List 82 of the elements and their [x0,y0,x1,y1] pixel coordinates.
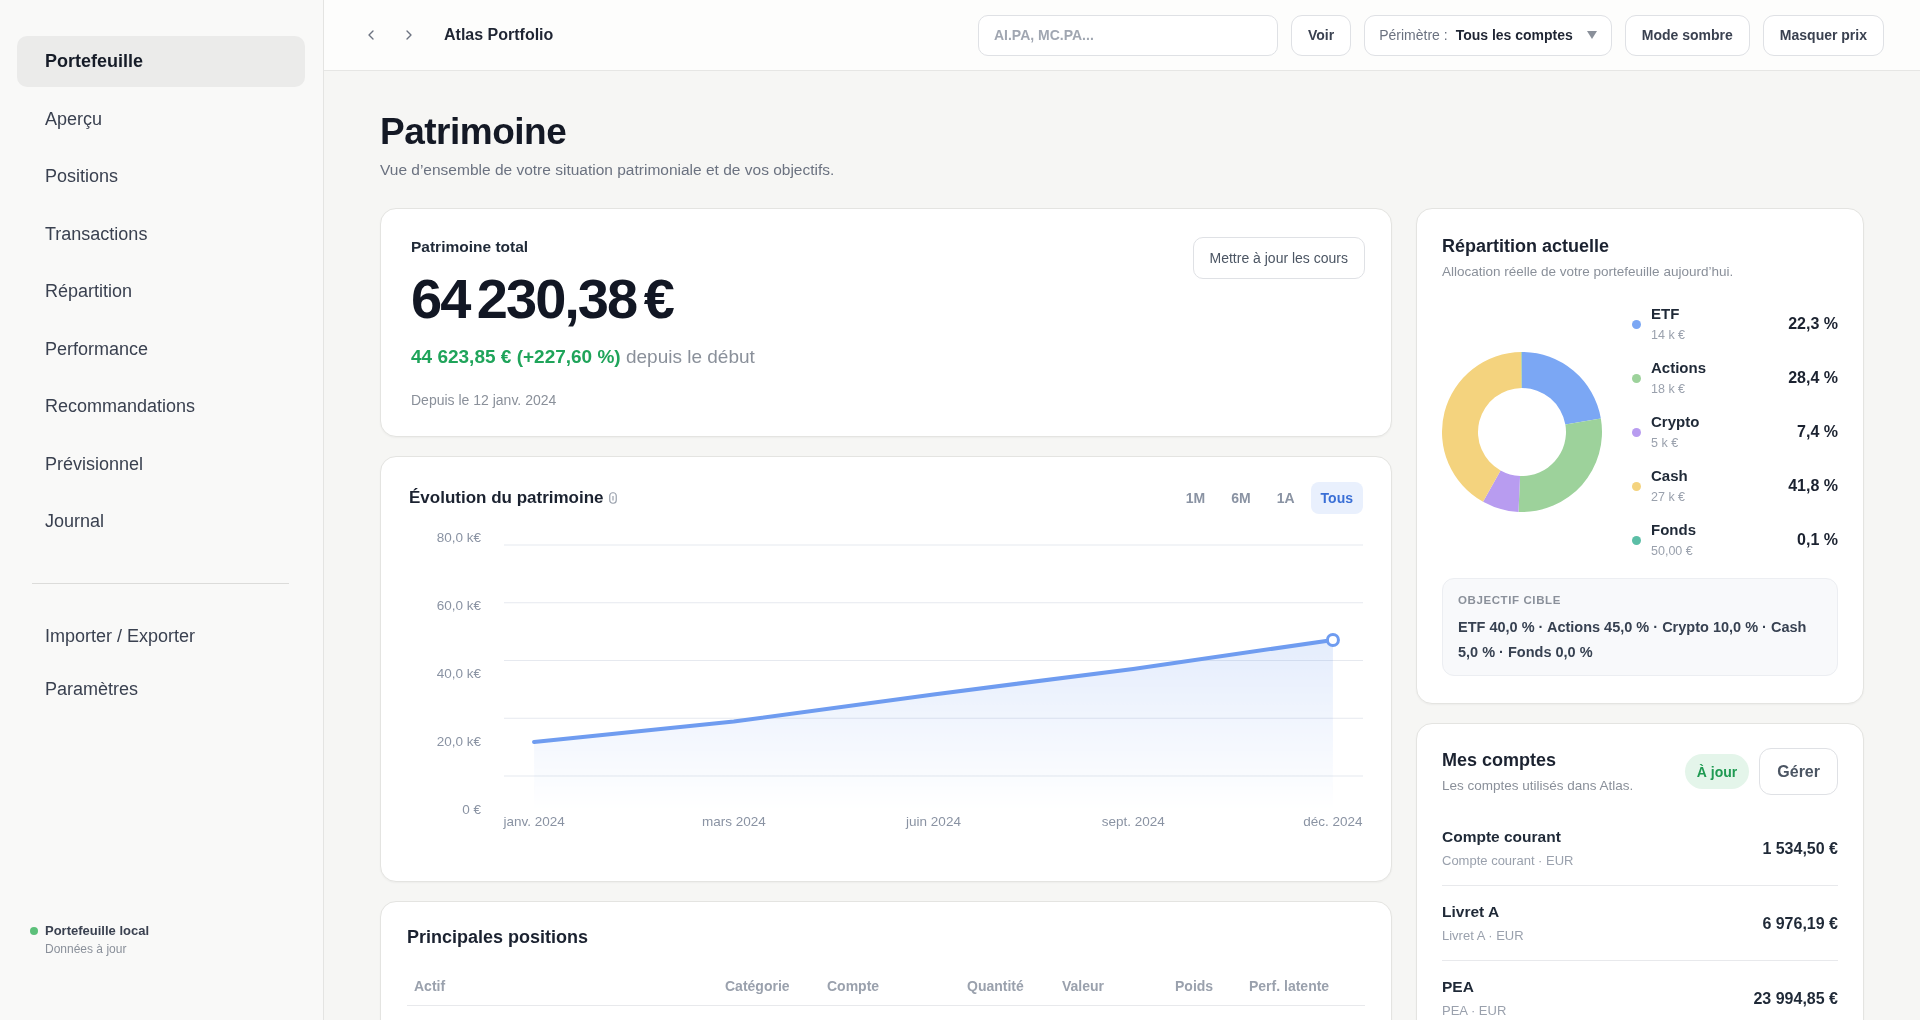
manage-button[interactable]: Gérer [1759,748,1838,795]
legend-amount: 5 k € [1651,435,1680,452]
axis-label: 60,0 k€ [436,599,481,613]
target-text: ETF 40,0 % · Actions 45,0 % · Crypto 10,0 % · Cash 5,0 % · Fonds 0,0 % [1458,618,1808,662]
app-title: Atlas Portfolio [444,26,554,44]
refresh-button[interactable]: Mettre à jour les cours [1192,237,1365,279]
axis-label: mars 2024 [701,815,766,829]
card-subtitle: Les comptes utilisés dans Atlas. [1442,776,1635,795]
nav-item[interactable]: Journal [17,496,305,547]
nav-item[interactable]: Portefeuille [17,36,305,87]
legend-amount: 27 k € [1651,489,1687,506]
axis-label: 40,0 k€ [436,667,481,681]
nav-item[interactable]: Importer / Exporter [17,611,305,662]
status-badge: À jour [1684,754,1750,789]
column-header: Quantité [966,977,1025,995]
account-name: Livret A [1442,902,1501,922]
account-name: PEA [1442,977,1475,997]
search-field[interactable]: AI.PA, MC.PA... [977,14,1278,56]
status-subtitle: Données à jour [45,942,128,956]
axis-label: sept. 2024 [1101,815,1165,829]
card-title: Mes comptes [1442,748,1558,771]
legend-share: 22,3 % [1788,315,1838,333]
legend-label: Actions [1651,358,1707,378]
card-title: Principales positions [407,926,590,948]
column-header: Compte [826,977,881,995]
range-tab[interactable]: Tous [1310,482,1363,514]
legend-label: Fonds [1651,520,1697,540]
account-name: Compte courant [1442,827,1562,847]
legend-amount: 50,00 € [1651,543,1694,560]
column-header: Perf. latente [1248,977,1331,995]
account-detail: PEA · EUR [1442,1002,1507,1020]
nav-item[interactable]: Paramètres [17,664,305,715]
status-title: Portefeuille local [45,923,151,938]
account-detail: Livret A · EUR [1442,927,1524,945]
toolbar-button[interactable]: Masquer prix [1762,14,1884,56]
card-label: Patrimoine total [411,237,530,257]
account-balance: 23 994,85 € [1753,989,1838,1008]
axis-label: janv. 2024 [503,815,565,829]
nav-item[interactable]: Aperçu [17,93,305,145]
legend-share: 28,4 % [1788,369,1838,387]
axis-label: 20,0 k€ [436,735,481,749]
nav-item[interactable]: Performance [17,323,305,375]
chart-title: Évolution du patrimoine [409,488,604,508]
nav-item[interactable]: Positions [17,151,305,202]
legend-share: 0,1 % [1797,531,1838,549]
page-subtitle: Vue d’ensemble de votre situation patrimoniale et de vos objectifs. [380,160,836,180]
legend-amount: 18 k € [1651,381,1687,398]
since-date: Depuis le 12 janv. 2024 [411,391,558,409]
axis-label: 80,0 k€ [436,531,481,545]
caret-icon [1586,31,1597,39]
total-value: 64 230,38 € [411,269,675,329]
toolbar-button[interactable]: Mode sombre [1624,14,1750,56]
point-marker-icon [1325,633,1340,647]
card-title: Répartition actuelle [1442,235,1611,257]
legend-share: 7,4 % [1797,423,1838,441]
nav-item[interactable]: Recommandations [17,381,305,432]
legend-label: ETF [1651,304,1681,324]
view-button[interactable]: Voir [1290,14,1352,56]
column-header: Poids [1174,977,1215,995]
card-subtitle: Allocation réelle de votre portefeuille aujourd’hui. [1442,263,1735,281]
account-balance: 6 976,19 € [1762,914,1838,933]
target-label: OBJECTIF CIBLE [1458,593,1562,608]
page-title: Patrimoine [380,111,568,152]
status-dot-icon [30,926,38,935]
column-header: Catégorie [724,977,791,995]
column-header: Valeur [1061,977,1106,995]
scope-dropdown[interactable]: Périmètre : Tous les comptes [1364,14,1612,56]
axis-label: juin 2024 [906,815,961,829]
info-icon [608,492,617,504]
nav-item[interactable]: Transactions [17,208,305,260]
legend-label: Cash [1651,466,1689,486]
account-balance: 1 534,50 € [1762,839,1838,858]
nav-item[interactable]: Prévisionnel [17,438,305,490]
legend-label: Crypto [1651,412,1701,432]
nav-item[interactable]: Répartition [17,266,305,317]
axis-label: 0 € [462,803,481,817]
axis-label: déc. 2024 [1303,815,1363,829]
account-detail: Compte courant · EUR [1442,852,1574,870]
legend-share: 41,8 % [1788,477,1838,495]
gain-text: 44 623,85 € (+227,60 %) depuis le début [411,345,755,369]
column-header: Actif [413,977,447,995]
legend-amount: 14 k € [1651,327,1687,344]
